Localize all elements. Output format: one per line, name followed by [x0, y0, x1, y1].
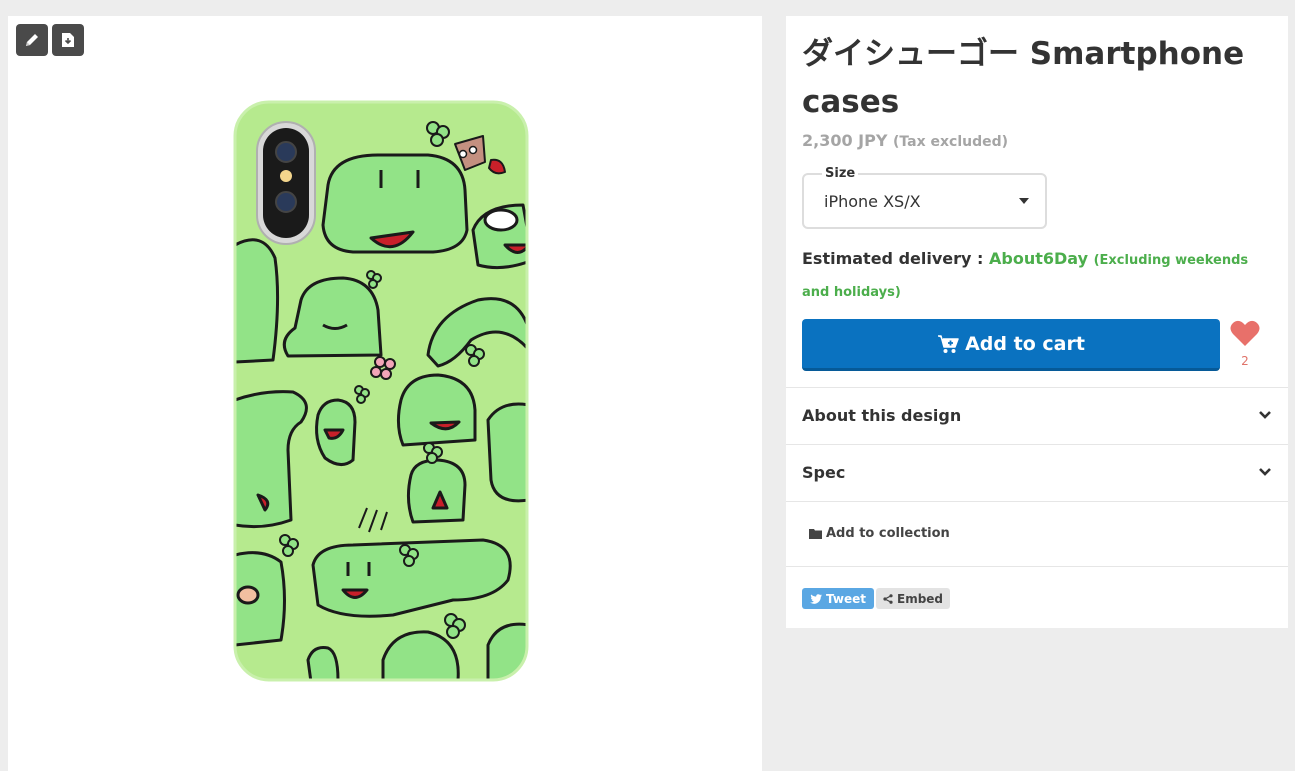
- heart-icon: [1230, 320, 1260, 346]
- tax-note: (Tax excluded): [893, 134, 1009, 150]
- download-button[interactable]: [52, 24, 84, 56]
- add-to-cart-button[interactable]: Add to cart: [802, 319, 1220, 371]
- embed-button[interactable]: Embed: [876, 588, 951, 609]
- embed-label: Embed: [897, 591, 944, 606]
- product-info-panel: ダイシューゴー Smartphone cases 2,300 JPY (Tax …: [786, 16, 1288, 628]
- folder-icon: [809, 529, 822, 539]
- add-to-collection-label: Add to collection: [826, 526, 950, 541]
- product-title: ダイシューゴー Smartphone cases: [802, 36, 1245, 120]
- spec-accordion[interactable]: Spec: [786, 444, 1288, 501]
- phone-case-image: [233, 100, 529, 682]
- estimated-delivery: Estimated delivery : About6Day (Excludin…: [802, 244, 1272, 308]
- add-to-collection-link[interactable]: Add to collection: [809, 526, 950, 541]
- add-to-cart-label: Add to cart: [965, 332, 1085, 355]
- delivery-label: Estimated delivery :: [802, 249, 984, 268]
- collection-section: Add to collection: [786, 501, 1288, 567]
- price: 2,300 JPY (Tax excluded): [802, 131, 1008, 150]
- tweet-label: Tweet: [826, 591, 866, 606]
- share-section: Tweet Embed: [786, 566, 1288, 628]
- about-design-label: About this design: [802, 406, 962, 425]
- product-image-panel: [8, 16, 762, 771]
- spec-label: Spec: [802, 463, 846, 482]
- delivery-value: About6Day: [989, 249, 1089, 268]
- edit-button[interactable]: [16, 24, 48, 56]
- pencil-icon: [26, 34, 38, 46]
- favorite-button[interactable]: 2: [1229, 320, 1261, 368]
- twitter-icon: [810, 593, 822, 604]
- chevron-down-icon: [1259, 468, 1271, 476]
- price-value: 2,300 JPY: [802, 131, 888, 150]
- chevron-down-icon: [1259, 411, 1271, 419]
- size-label: Size: [822, 166, 859, 181]
- share-icon: [883, 593, 893, 604]
- cart-plus-icon: [938, 334, 959, 353]
- tweet-button[interactable]: Tweet: [802, 588, 874, 609]
- file-download-icon: [62, 33, 74, 47]
- favorite-count: 2: [1241, 354, 1249, 368]
- size-value: iPhone XS/X: [824, 192, 921, 211]
- about-design-accordion[interactable]: About this design: [786, 387, 1288, 444]
- size-select[interactable]: Size iPhone XS/X: [802, 166, 1047, 229]
- caret-down-icon: [1019, 198, 1029, 204]
